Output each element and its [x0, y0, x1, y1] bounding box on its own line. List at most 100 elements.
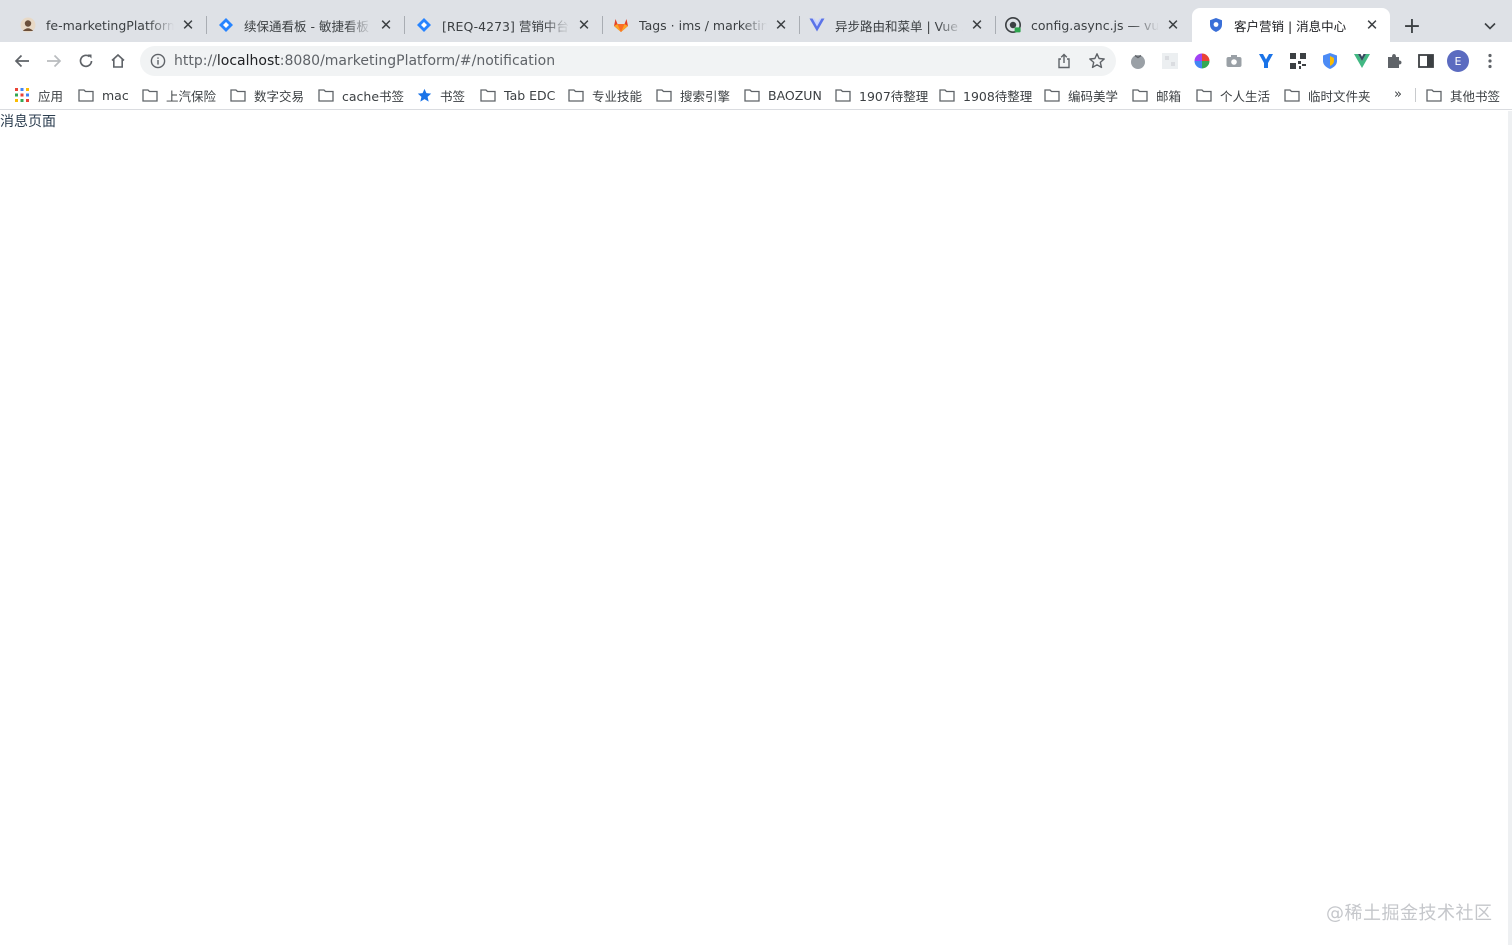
back-arrow-icon[interactable]: [8, 47, 36, 75]
bookmark-folder[interactable]: 1907待整理: [835, 85, 928, 105]
folder-icon: [939, 87, 955, 103]
jira-diamond-icon: [218, 17, 234, 33]
puzzle-extensions-icon[interactable]: [1385, 52, 1403, 70]
tab-title: 续保通看板 - 敏捷看板 -: [244, 18, 372, 34]
side-panel-icon[interactable]: [1417, 52, 1435, 70]
bookmark-label: 编码美学: [1068, 88, 1119, 104]
bookmark-folder[interactable]: 个人生活: [1196, 85, 1270, 105]
chevron-down-icon[interactable]: [1478, 14, 1502, 38]
bookmark-folder[interactable]: 临时文件夹: [1284, 85, 1371, 105]
bookmarks-overflow-button[interactable]: »: [1394, 85, 1402, 105]
bookmark-label: 数字交易: [254, 88, 305, 104]
scrollbar-track[interactable]: [1508, 111, 1512, 945]
bookmark-star-icon[interactable]: [1088, 52, 1106, 70]
vue-v-icon: [809, 17, 825, 33]
page-viewport: 消息页面 @稀土掘金技术社区: [0, 111, 1512, 945]
bookmark-starred[interactable]: 书签: [416, 85, 465, 105]
vue-devtools-icon[interactable]: [1353, 52, 1371, 70]
star-icon: [416, 87, 432, 103]
bookmark-label: mac: [102, 87, 129, 103]
shield-icon: [1208, 17, 1224, 33]
bookmark-label: 邮箱: [1156, 88, 1182, 104]
tab-active-notification[interactable]: 客户营销 | 消息中心 ✕: [1192, 8, 1390, 42]
bookmark-apps[interactable]: 应用: [14, 85, 63, 105]
folder-icon: [1044, 87, 1060, 103]
bookmark-folder[interactable]: 上汽保险: [142, 85, 216, 105]
profile-avatar[interactable]: E: [1447, 50, 1469, 72]
color-wheel-extension-icon[interactable]: [1193, 52, 1211, 70]
bookmarks-divider: [1415, 88, 1416, 102]
bookmark-folder[interactable]: 数字交易: [230, 85, 304, 105]
address-url[interactable]: http://localhost:8080/marketingPlatform/…: [174, 46, 555, 76]
folder-icon: [78, 87, 94, 103]
close-icon[interactable]: ✕: [1165, 17, 1181, 33]
browser-toolbar: http://localhost:8080/marketingPlatform/…: [0, 42, 1512, 80]
bookmark-folder[interactable]: cache书签: [318, 85, 404, 105]
tab-title: config.async.js — vue-a: [1031, 17, 1159, 33]
close-icon[interactable]: ✕: [1364, 17, 1380, 33]
forward-arrow-icon[interactable]: [40, 47, 68, 75]
user-avatar-icon: [20, 17, 36, 33]
close-icon[interactable]: ✕: [969, 17, 985, 33]
folder-icon: [1426, 87, 1442, 103]
info-icon[interactable]: [150, 53, 166, 69]
bookmark-label: 其他书签: [1450, 88, 1501, 104]
bookmark-other[interactable]: 其他书签: [1426, 85, 1500, 105]
camera-extension-icon[interactable]: [1225, 52, 1243, 70]
bookmark-folder[interactable]: 搜索引擎: [656, 85, 730, 105]
tab-gitlab-tags[interactable]: Tags · ims / marketingA ✕: [597, 8, 799, 42]
folder-icon: [142, 87, 158, 103]
close-icon[interactable]: ✕: [378, 17, 394, 33]
tab-fe-marketing-platform[interactable]: fe-marketingPlatform-s ✕: [4, 8, 206, 42]
bookmark-label: 上汽保险: [166, 88, 217, 104]
bookmark-label: 书签: [440, 88, 466, 104]
share-icon[interactable]: [1056, 53, 1072, 69]
qr-code-icon[interactable]: [1289, 52, 1307, 70]
new-tab-plus-icon[interactable]: +: [1400, 14, 1424, 39]
page-message-text: 消息页面: [0, 114, 56, 130]
bookmark-label: BAOZUN: [768, 87, 822, 103]
bookmark-label: 1907待整理: [859, 88, 929, 104]
bookmark-folder[interactable]: 编码美学: [1044, 85, 1118, 105]
address-bar[interactable]: http://localhost:8080/marketingPlatform/…: [140, 46, 1116, 76]
bookmark-folder[interactable]: 专业技能: [568, 85, 642, 105]
bookmark-label: 1908待整理: [963, 88, 1033, 104]
tab-strip: fe-marketingPlatform-s ✕ 续保通看板 - 敏捷看板 - …: [0, 0, 1512, 42]
folder-icon: [1284, 87, 1300, 103]
tab-title: fe-marketingPlatform-s: [46, 17, 174, 33]
url-path: :8080/marketingPlatform/#/notification: [279, 53, 556, 69]
bookmark-folder[interactable]: Tab EDC: [480, 85, 555, 105]
folder-icon: [1132, 87, 1148, 103]
shield-extension-icon[interactable]: [1321, 52, 1339, 70]
more-vertical-icon[interactable]: [1480, 50, 1500, 72]
tab-req-4273[interactable]: [REQ-4273] 营销中台-新 ✕: [400, 8, 602, 42]
gitlab-fox-icon: [613, 17, 629, 33]
jira-diamond-icon: [416, 17, 432, 33]
tab-title: [REQ-4273] 营销中台-新: [442, 18, 570, 34]
bookmark-label: 临时文件夹: [1308, 88, 1371, 104]
folder-icon: [656, 87, 672, 103]
url-host: localhost: [216, 53, 280, 69]
tab-config-async[interactable]: config.async.js — vue-a ✕: [989, 8, 1191, 42]
folder-icon: [744, 87, 760, 103]
bookmark-label: Tab EDC: [504, 87, 556, 103]
bookmark-folder[interactable]: 邮箱: [1132, 85, 1181, 105]
home-icon[interactable]: [104, 47, 132, 75]
y-extension-icon[interactable]: [1257, 52, 1275, 70]
close-icon[interactable]: ✕: [773, 17, 789, 33]
reload-icon[interactable]: [72, 47, 100, 75]
tab-title: Tags · ims / marketingA: [639, 17, 767, 33]
tab-vue-antd-docs[interactable]: 异步路由和菜单 | Vue An ✕: [793, 8, 995, 42]
url-scheme: http://: [174, 53, 217, 69]
grid-extension-icon[interactable]: [1161, 52, 1179, 70]
tab-kanban[interactable]: 续保通看板 - 敏捷看板 - ✕: [202, 8, 404, 42]
bookmark-folder[interactable]: mac: [78, 85, 129, 105]
bookmark-label: 个人生活: [1220, 88, 1271, 104]
folder-icon: [480, 87, 496, 103]
close-icon[interactable]: ✕: [180, 17, 196, 33]
bookmark-folder[interactable]: 1908待整理: [939, 85, 1032, 105]
bookmark-folder[interactable]: BAOZUN: [744, 85, 822, 105]
close-icon[interactable]: ✕: [576, 17, 592, 33]
folder-icon: [1196, 87, 1212, 103]
tomato-extension-icon[interactable]: [1129, 52, 1147, 70]
